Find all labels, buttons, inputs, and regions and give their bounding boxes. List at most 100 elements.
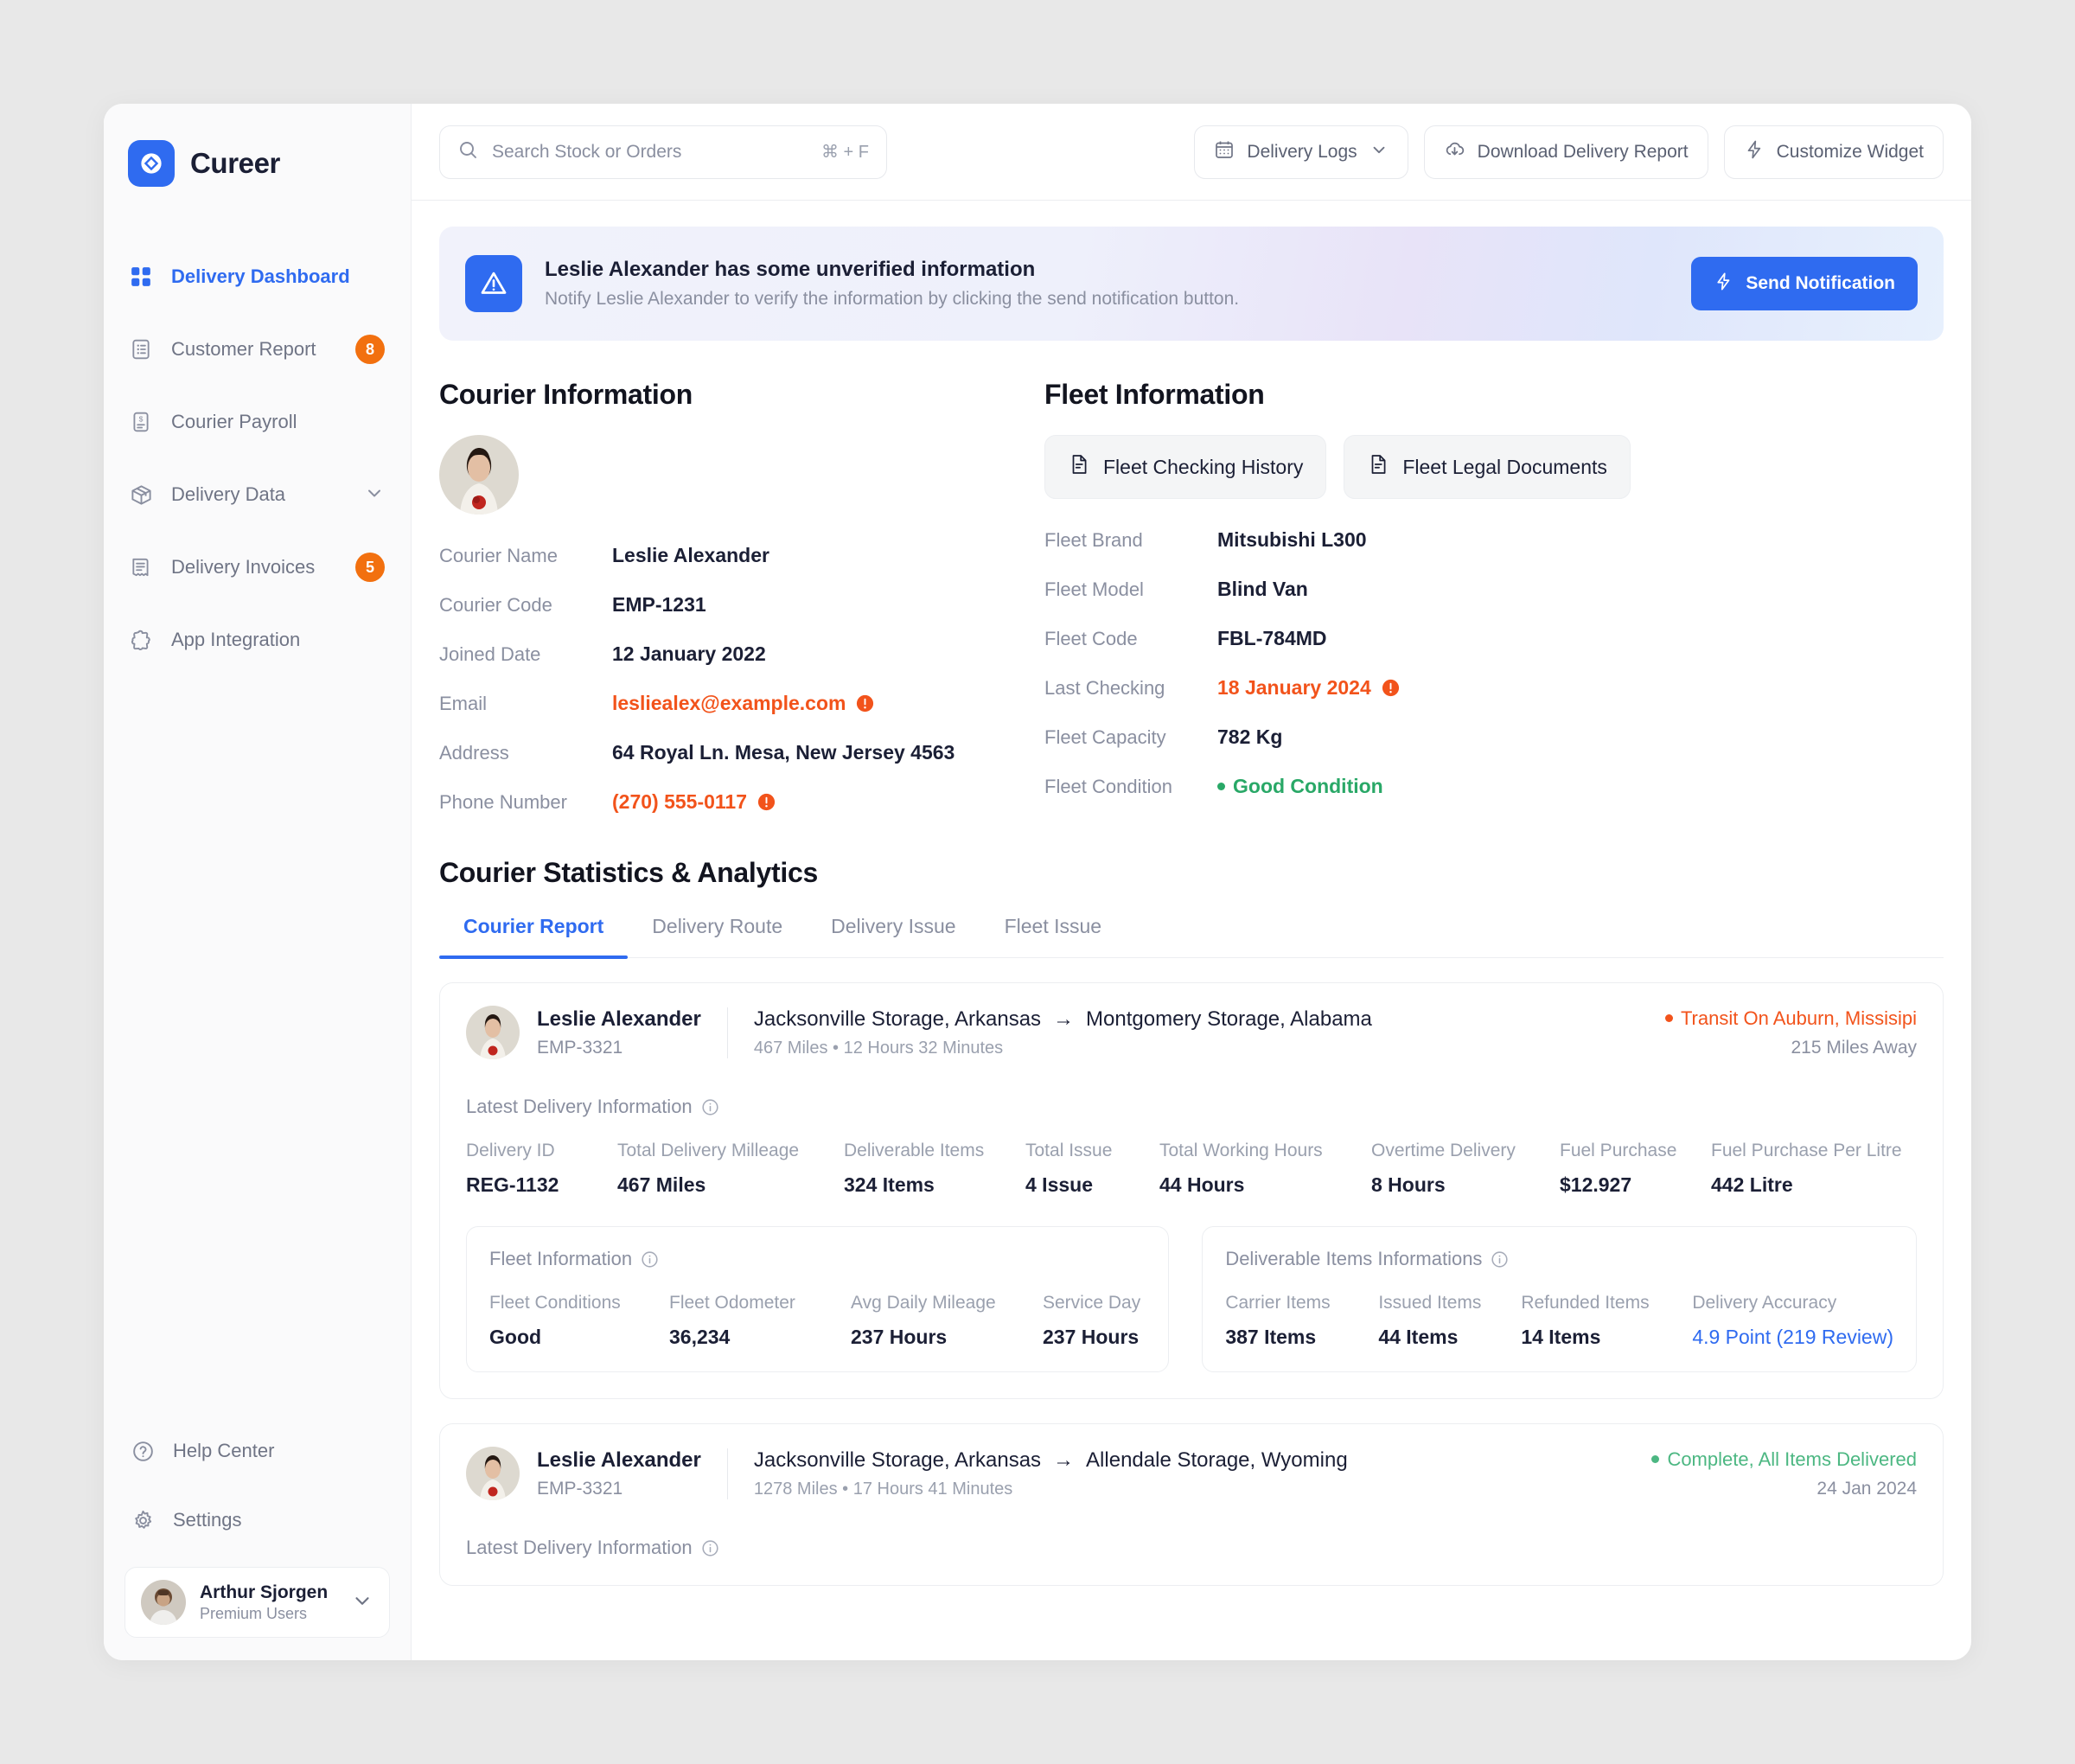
delivery-card-header: Leslie Alexander EMP-3321 Jacksonville S… bbox=[466, 1447, 1917, 1500]
sidebar-item-delivery-invoices[interactable]: Delivery Invoices 5 bbox=[104, 531, 411, 604]
field-label: Courier Code bbox=[439, 593, 552, 616]
analytics-title: Courier Statistics & Analytics bbox=[439, 857, 818, 888]
stat-fuel-purchase: Fuel Purchase $12.927 bbox=[1560, 1141, 1711, 1197]
sidebar-item-app-integration[interactable]: App Integration bbox=[104, 604, 411, 676]
info-icon[interactable] bbox=[641, 1250, 659, 1269]
fleet-information-title: Fleet Information bbox=[1044, 379, 1265, 410]
banner-title: Leslie Alexander has some unverified inf… bbox=[545, 258, 1036, 281]
delivery-stats: Delivery ID REG-1132 Total Delivery Mill… bbox=[466, 1141, 1917, 1197]
download-delivery-report-label: Download Delivery Report bbox=[1477, 141, 1689, 162]
field-value: Leslie Alexander bbox=[612, 544, 769, 566]
stat-delivery-id: Delivery ID REG-1132 bbox=[466, 1141, 617, 1197]
send-notification-button[interactable]: Send Notification bbox=[1691, 257, 1918, 310]
field-value: 782 Kg bbox=[1217, 725, 1283, 748]
svg-text:$: $ bbox=[139, 414, 144, 423]
status-sub: 215 Miles Away bbox=[1791, 1037, 1917, 1058]
tab-fleet-issue[interactable]: Fleet Issue bbox=[980, 915, 1127, 957]
sidebar-item-delivery-data[interactable]: Delivery Data bbox=[104, 458, 411, 531]
status-badge: Complete, All Items Delivered bbox=[1651, 1448, 1917, 1471]
brand: Cureer bbox=[104, 104, 411, 187]
document-icon bbox=[1367, 453, 1389, 481]
customize-widget-button[interactable]: Customize Widget bbox=[1723, 125, 1944, 179]
route-origin: Jacksonville Storage, Arkansas bbox=[753, 1448, 1042, 1472]
route-meta: 467 Miles • 12 Hours 32 Minutes bbox=[753, 1038, 1004, 1058]
delivery-card: Leslie Alexander EMP-3321 Jacksonville S… bbox=[439, 982, 1944, 1399]
sidebar-item-customer-report[interactable]: Customer Report 8 bbox=[104, 313, 411, 386]
lightning-icon bbox=[1744, 139, 1765, 165]
route-line: Jacksonville Storage, Arkansas → Montgom… bbox=[754, 1007, 1372, 1032]
tab-courier-report[interactable]: Courier Report bbox=[439, 915, 629, 959]
field-label: Address bbox=[439, 741, 509, 764]
items-subcard-stats: Carrier Items 387 Items Issued Items 44 … bbox=[1225, 1293, 1893, 1349]
delivery-logs-button[interactable]: Delivery Logs bbox=[1194, 125, 1408, 179]
alert-icon bbox=[1381, 678, 1401, 698]
stat-value: 237 Hours bbox=[851, 1326, 948, 1348]
route-meta: 1278 Miles • 17 Hours 41 Minutes bbox=[753, 1479, 1013, 1499]
stat-label: Fleet Odometer bbox=[669, 1293, 795, 1313]
tab-delivery-route[interactable]: Delivery Route bbox=[628, 915, 807, 957]
stat-total-issue: Total Issue 4 Issue bbox=[1025, 1141, 1159, 1197]
stat-overtime-delivery: Overtime Delivery 8 Hours bbox=[1371, 1141, 1560, 1197]
customize-widget-label: Customize Widget bbox=[1776, 141, 1924, 162]
calendar-icon bbox=[1214, 139, 1235, 165]
user-profile[interactable]: Arthur Sjorgen Premium Users bbox=[124, 1567, 390, 1638]
stat-service-day: Service Day 237 Hours bbox=[1043, 1293, 1140, 1349]
stat-label: Overtime Delivery bbox=[1371, 1141, 1516, 1160]
courier-field: Courier Code EMP-1231 bbox=[439, 593, 1044, 617]
stat-value: 387 Items bbox=[1225, 1326, 1317, 1348]
sidebar-item-settings[interactable]: Settings bbox=[124, 1486, 390, 1555]
delivery-status: Complete, All Items Delivered 24 Jan 202… bbox=[1651, 1448, 1917, 1499]
fleet-checking-history-button[interactable]: Fleet Checking History bbox=[1044, 435, 1327, 499]
info-icon[interactable] bbox=[701, 1539, 719, 1557]
stat-fuel-purchase-per-litre: Fuel Purchase Per Litre 442 Litre bbox=[1711, 1141, 1902, 1197]
field-value[interactable]: (270) 555-0117 bbox=[612, 790, 776, 814]
main-area: Search Stock or Orders ⌘ + F Delivery Lo… bbox=[412, 104, 1971, 1660]
sidebar-item-help-center[interactable]: Help Center bbox=[124, 1416, 390, 1486]
sidebar-item-delivery-dashboard[interactable]: Delivery Dashboard bbox=[104, 240, 411, 313]
delivery-card-header: Leslie Alexander EMP-3321 Jacksonville S… bbox=[466, 1006, 1917, 1059]
info-icon[interactable] bbox=[701, 1098, 719, 1116]
gear-icon bbox=[130, 1507, 156, 1533]
field-value: 64 Royal Ln. Mesa, New Jersey 4563 bbox=[612, 741, 955, 764]
sidebar: Cureer Delivery Dashboard Customer Repor… bbox=[104, 104, 412, 1660]
search-icon bbox=[457, 139, 478, 164]
stat-label: Refunded Items bbox=[1521, 1293, 1650, 1313]
delivery-status: Transit On Auburn, Missisipi 215 Miles A… bbox=[1664, 1007, 1917, 1058]
stat-label: Issued Items bbox=[1378, 1293, 1482, 1313]
fleet-legal-documents-button[interactable]: Fleet Legal Documents bbox=[1344, 435, 1631, 499]
sidebar-item-label: Delivery Data bbox=[171, 483, 286, 505]
info-icon[interactable] bbox=[1491, 1250, 1509, 1269]
clipboard-list-icon bbox=[128, 336, 154, 362]
banner-text: Leslie Alexander has some unverified inf… bbox=[545, 258, 1239, 310]
sidebar-item-courier-payroll[interactable]: $ Courier Payroll bbox=[104, 386, 411, 458]
sidebar-nav: Delivery Dashboard Customer Report 8 $ C… bbox=[104, 240, 411, 676]
field-value[interactable]: lesliealex@example.com bbox=[612, 692, 875, 715]
tab-delivery-issue[interactable]: Delivery Issue bbox=[807, 915, 980, 957]
topbar: Search Stock or Orders ⌘ + F Delivery Lo… bbox=[412, 104, 1971, 201]
stat-value: 36,234 bbox=[669, 1326, 731, 1348]
courier-information-panel: Courier Information Courier Name Leslie … bbox=[439, 379, 1044, 814]
delivery-courier: Leslie Alexander EMP-3321 bbox=[537, 1448, 728, 1499]
alert-icon bbox=[855, 693, 875, 713]
route-line: Jacksonville Storage, Arkansas → Allenda… bbox=[754, 1448, 1348, 1473]
download-delivery-report-button[interactable]: Download Delivery Report bbox=[1423, 125, 1708, 179]
field-value: Mitsubishi L300 bbox=[1217, 528, 1367, 551]
search-input[interactable]: Search Stock or Orders ⌘ + F bbox=[439, 125, 887, 179]
sidebar-item-label: Courier Payroll bbox=[171, 411, 297, 432]
fleet-field: Fleet Brand Mitsubishi L300 bbox=[1044, 528, 1650, 552]
courier-information-title: Courier Information bbox=[439, 379, 693, 410]
stat-value[interactable]: 4.9 Point (219 Review) bbox=[1692, 1326, 1893, 1349]
stat-value: 4 Issue bbox=[1025, 1173, 1093, 1196]
field-value: EMP-1231 bbox=[612, 593, 706, 616]
latest-delivery-information-title: Latest Delivery Information bbox=[466, 1537, 1917, 1559]
stat-refunded-items: Refunded Items 14 Items bbox=[1521, 1293, 1692, 1349]
stat-label: Carrier Items bbox=[1225, 1293, 1331, 1313]
stat-value: Good bbox=[489, 1326, 542, 1348]
stat-label: Total Issue bbox=[1025, 1141, 1113, 1160]
chevron-down-icon[interactable] bbox=[351, 1589, 374, 1616]
chevron-down-icon[interactable] bbox=[364, 483, 385, 508]
field-label: Courier Name bbox=[439, 544, 558, 566]
field-value: 18 January 2024 bbox=[1217, 676, 1401, 700]
stat-total-working-hours: Total Working Hours 44 Hours bbox=[1159, 1141, 1371, 1197]
latest-delivery-information-title: Latest Delivery Information bbox=[466, 1096, 1917, 1118]
